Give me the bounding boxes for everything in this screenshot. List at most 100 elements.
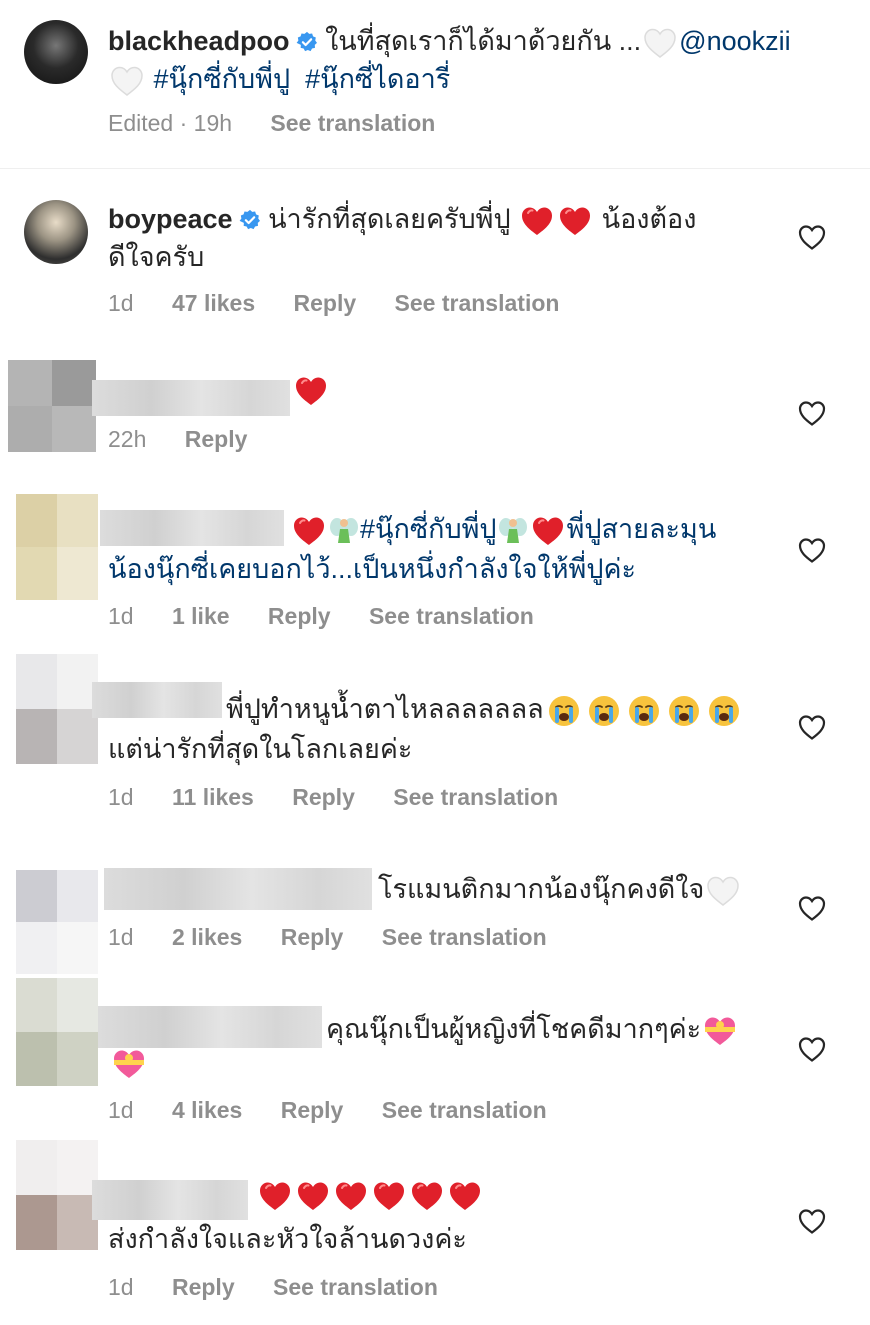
comment-meta: 1d 2 likes Reply See translation (108, 924, 579, 951)
likes-count[interactable]: 1 like (172, 603, 230, 629)
comment-text: พี่ปูทำหนูน้ำตาไหลลลลลลล (226, 690, 766, 728)
comment-meta: 1d 47 likes Reply See translation (108, 290, 591, 317)
red-heart-emoji-icon (294, 375, 328, 407)
comment-line: ส่งกำลังใจและหัวใจล้านดวงค่ะ (108, 1224, 467, 1254)
reply-button[interactable]: Reply (294, 290, 357, 316)
crying-face-emoji-icon (708, 695, 740, 727)
reply-button[interactable]: Reply (268, 603, 331, 629)
heart-with-ribbon-emoji-icon (112, 1048, 146, 1080)
heart-outline-icon[interactable] (798, 895, 826, 921)
comment-line: แต่น่ารักที่สุดในโลกเลยค่ะ (108, 734, 413, 764)
crying-face-emoji-icon (588, 695, 620, 727)
comment-time: 1d (108, 924, 134, 950)
red-heart-emoji-icon (448, 1180, 482, 1212)
fairy-emoji-icon (497, 515, 529, 547)
red-heart-emoji-icon (296, 1180, 330, 1212)
red-heart-emoji-icon (334, 1180, 368, 1212)
likes-count[interactable]: 11 likes (172, 784, 254, 810)
comment-time: 1d (108, 1274, 134, 1300)
verified-badge-icon (239, 209, 261, 231)
reply-button[interactable]: Reply (185, 426, 248, 452)
red-heart-emoji-icon (520, 205, 554, 237)
blurred-username[interactable] (104, 868, 372, 910)
comment-line: น่ารักที่สุดเลยครับพี่ปู (268, 204, 511, 234)
comment-text: #นุ๊กซี่กับพี่ปู พี่ปูสายละมุน (290, 510, 770, 548)
heart-outline-icon[interactable] (798, 1036, 826, 1062)
post-meta: Edited · 19h See translation (108, 110, 467, 137)
see-translation-button[interactable]: See translation (270, 110, 435, 136)
heart-outline-icon[interactable] (798, 714, 826, 740)
comment-line: น้องนุ๊กซี่เคยบอกไว้...เป็นหนึ่งกำลังใจใ… (108, 554, 637, 584)
likes-count[interactable]: 4 likes (172, 1097, 242, 1123)
comment-line: ดีใจครับ (108, 242, 205, 272)
comment-meta: 1d 11 likes Reply See translation (108, 784, 590, 811)
comment-time: 1d (108, 290, 134, 316)
reply-button[interactable]: Reply (172, 1274, 235, 1300)
heart-outline-icon[interactable] (798, 400, 826, 426)
avatar[interactable] (16, 978, 98, 1086)
comment-meta: 1d Reply See translation (108, 1274, 470, 1301)
mention-link[interactable]: @nookzii (679, 26, 790, 56)
reply-button[interactable]: Reply (281, 924, 344, 950)
see-translation-button[interactable]: See translation (393, 784, 558, 810)
red-heart-emoji-icon (372, 1180, 406, 1212)
reply-button[interactable]: Reply (292, 784, 355, 810)
heart-outline-icon[interactable] (798, 537, 826, 563)
avatar[interactable] (16, 870, 98, 974)
comment-line: น้องต้อง (601, 204, 697, 234)
heart-outline-icon[interactable] (798, 224, 826, 250)
blurred-username[interactable] (92, 682, 222, 718)
username[interactable]: blackheadpoo (108, 26, 290, 56)
hashtag-link[interactable]: #นุ๊กซี่กับพี่ปู (154, 64, 291, 94)
avatar[interactable] (16, 494, 98, 600)
crying-face-emoji-icon (668, 695, 700, 727)
blurred-username[interactable] (98, 1006, 322, 1048)
crying-face-emoji-icon (628, 695, 660, 727)
reply-button[interactable]: Reply (281, 1097, 344, 1123)
red-heart-emoji-icon (558, 205, 592, 237)
red-heart-emoji-icon (531, 515, 565, 547)
divider (0, 168, 870, 169)
likes-count[interactable]: 47 likes (172, 290, 255, 316)
caption-text: ในที่สุดเราก็ได้มาด้วยกัน ... (325, 26, 642, 56)
comment-line: พี่ปูสายละมุน (566, 514, 717, 544)
hashtag-link[interactable]: #นุ๊กซี่ไดอารี่ (305, 64, 450, 94)
see-translation-button[interactable]: See translation (273, 1274, 438, 1300)
comment-text: คุณนุ๊กเป็นผู้หญิงที่โชคดีมากๆค่ะ (326, 1010, 786, 1048)
crying-face-emoji-icon (548, 695, 580, 727)
white-heart-emoji-icon (706, 875, 740, 907)
comment-emojis (256, 1180, 484, 1212)
comment-time: 22h (108, 426, 147, 452)
blurred-username[interactable] (100, 510, 284, 546)
comment-time: 1d (108, 603, 134, 629)
post-caption: blackheadpoo ในที่สุดเราก็ได้มาด้วยกัน .… (108, 22, 828, 98)
avatar[interactable] (24, 200, 88, 264)
avatar[interactable] (16, 1140, 98, 1250)
blurred-username[interactable] (92, 1180, 248, 1220)
comment-text: โรแมนติกมากน้องนุ๊กคงดีใจ (378, 870, 778, 908)
hashtag-link[interactable]: #นุ๊กซี่กับพี่ปู (360, 514, 497, 544)
see-translation-button[interactable]: See translation (382, 924, 547, 950)
comment-meta: 1d 1 like Reply See translation (108, 603, 566, 630)
comment-time: 1d (108, 784, 134, 810)
see-translation-button[interactable]: See translation (395, 290, 560, 316)
white-heart-emoji-icon (110, 65, 144, 97)
comment-time: 1d (108, 1097, 134, 1123)
verified-badge-icon (296, 31, 318, 53)
avatar[interactable] (8, 360, 96, 452)
avatar[interactable] (16, 654, 98, 764)
see-translation-button[interactable]: See translation (369, 603, 534, 629)
heart-with-ribbon-emoji-icon (703, 1015, 737, 1047)
username[interactable]: boypeace (108, 204, 233, 234)
comment-line: โรแมนติกมากน้องนุ๊กคงดีใจ (378, 874, 705, 904)
avatar[interactable] (24, 20, 88, 84)
fairy-emoji-icon (328, 515, 360, 547)
white-heart-emoji-icon (643, 27, 677, 59)
see-translation-button[interactable]: See translation (382, 1097, 547, 1123)
likes-count[interactable]: 2 likes (172, 924, 242, 950)
red-heart-emoji-icon (292, 515, 326, 547)
comment-meta: 1d 4 likes Reply See translation (108, 1097, 579, 1124)
comment-line: พี่ปูทำหนูน้ำตาไหลลลลลลล (226, 694, 544, 724)
heart-outline-icon[interactable] (798, 1208, 826, 1234)
blurred-username[interactable] (92, 380, 290, 416)
